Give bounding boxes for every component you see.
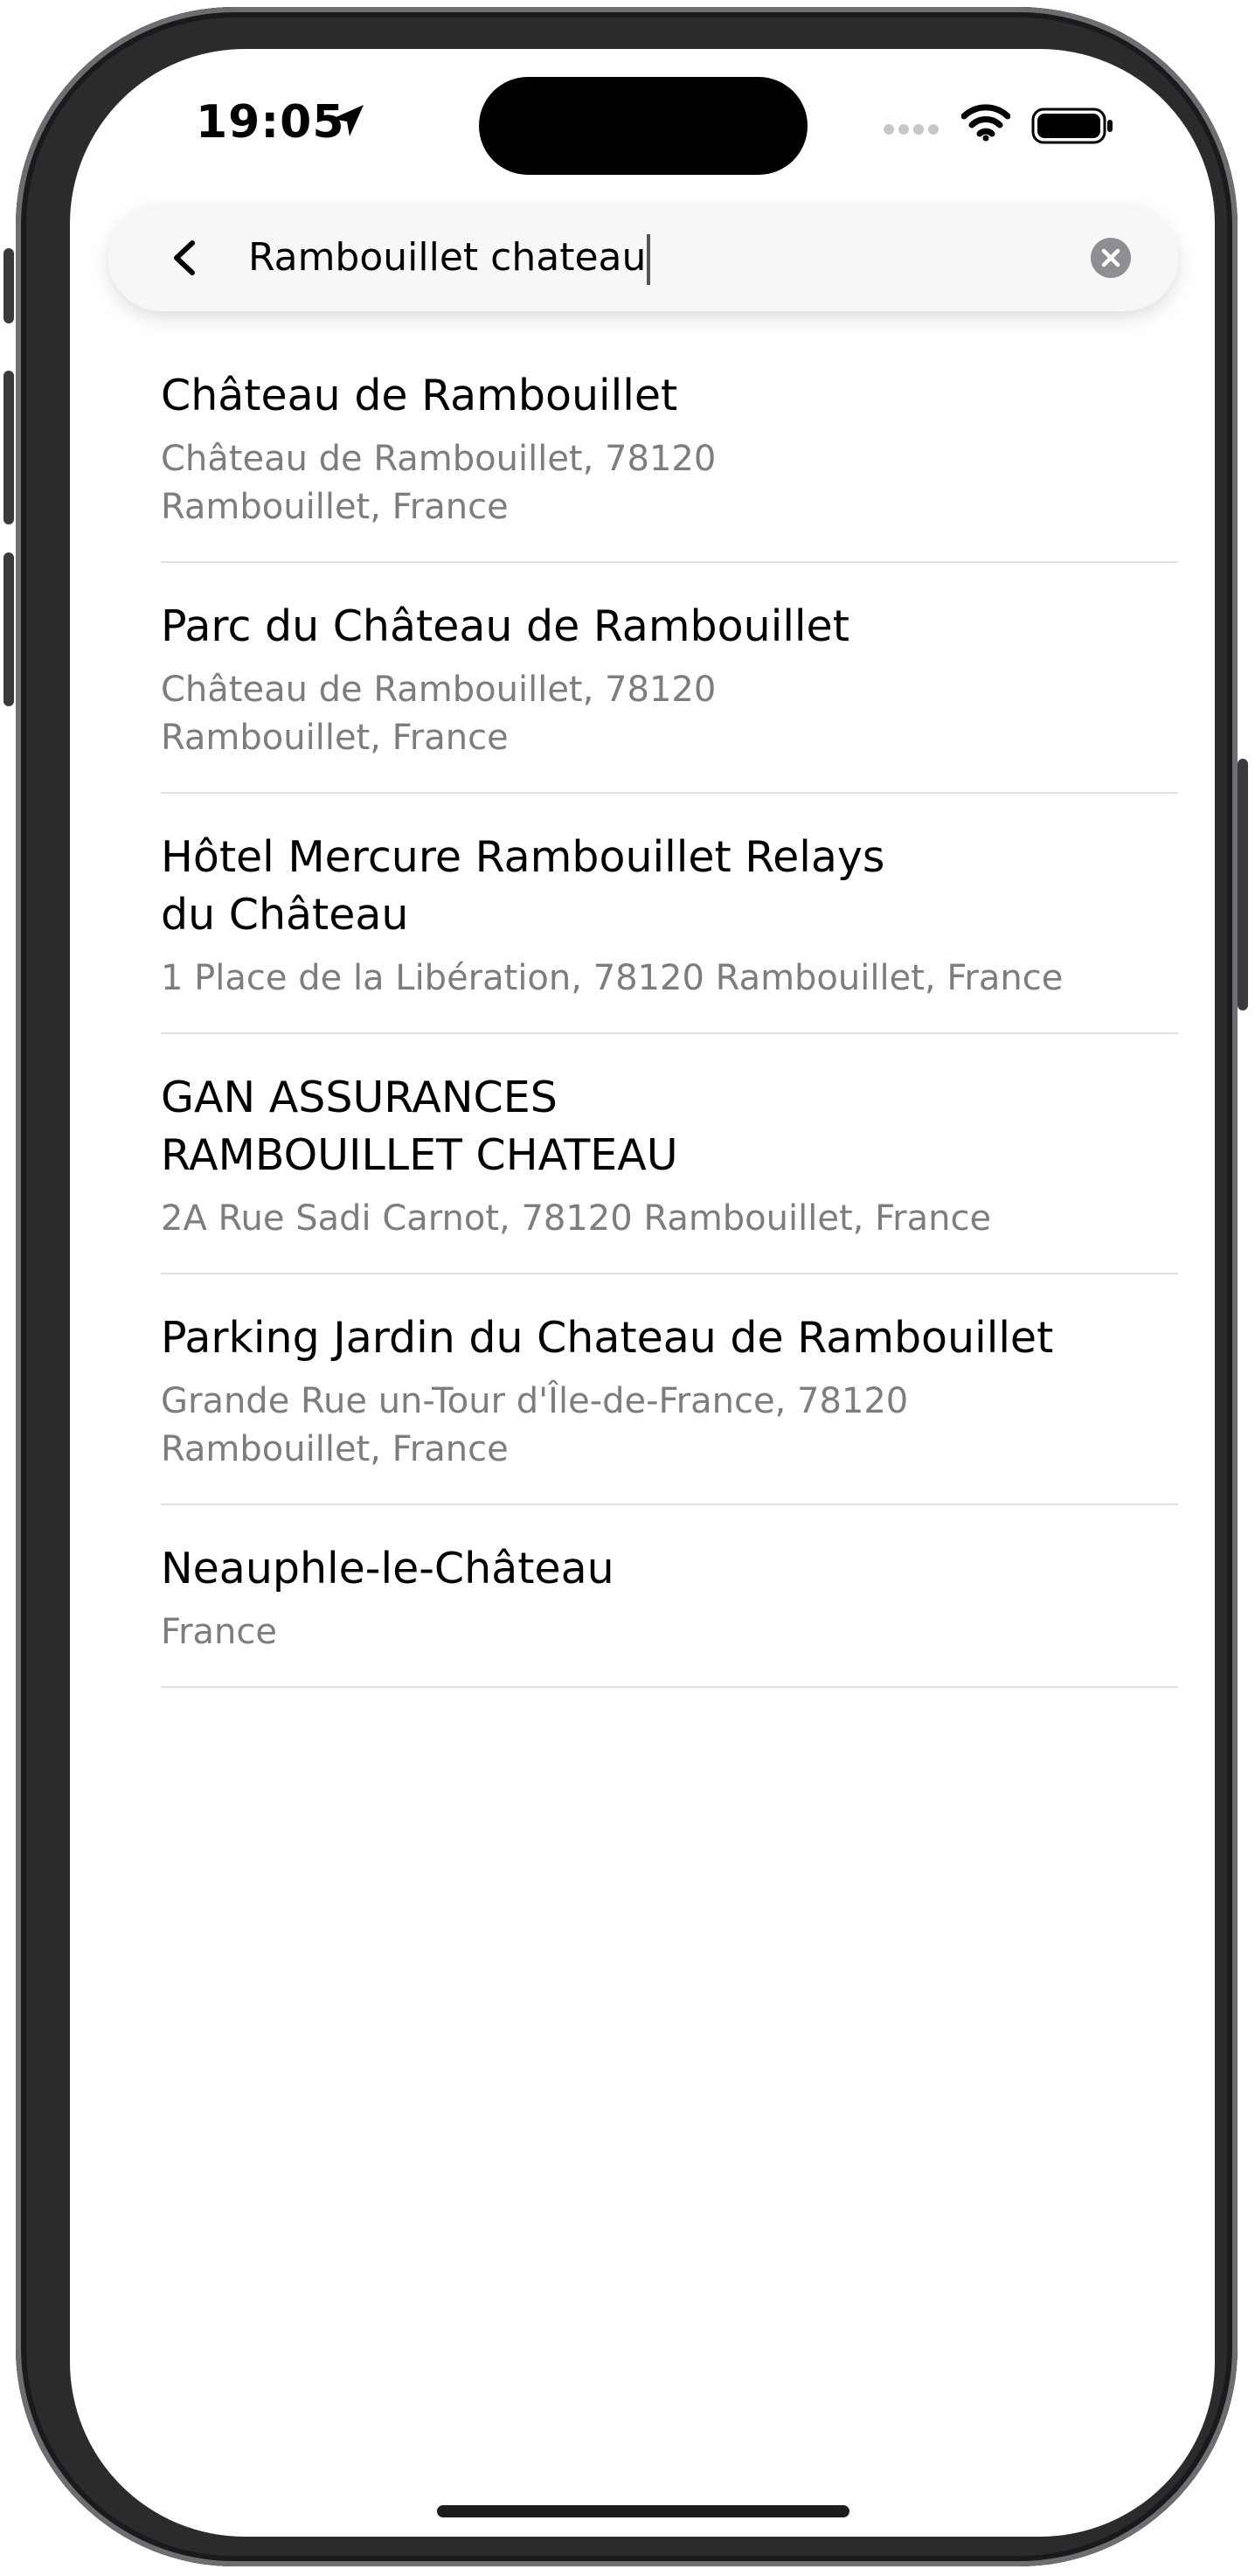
volume-down-button (3, 552, 14, 706)
result-address: 1 Place de la Libération, 78120 Rambouil… (161, 958, 1064, 998)
result-address: France (161, 1612, 278, 1652)
dynamic-island (479, 77, 808, 175)
result-address: Château de Rambouillet, 78120 Rambouille… (161, 670, 717, 758)
result-address: 2A Rue Sadi Carnot, 78120 Rambouillet, F… (161, 1198, 992, 1239)
result-item[interactable]: Parking Jardin du Chateau de Rambouillet… (161, 1274, 1178, 1505)
home-indicator[interactable] (437, 2505, 849, 2517)
text-cursor (647, 234, 651, 285)
result-item[interactable]: Hôtel Mercure Rambouillet Relays du Chât… (161, 794, 1178, 1034)
result-address: Grande Rue un-Tour d'Île-de-France, 7812… (161, 1381, 909, 1469)
chevron-left-icon[interactable] (164, 236, 208, 280)
action-button (3, 248, 14, 323)
screen: 19:05 Rambouillet chateau Château de Ram… (70, 49, 1215, 2537)
result-title: Parc du Château de Rambouillet (161, 601, 849, 651)
result-title: Neauphle-le-Château (161, 1544, 614, 1594)
result-address: Château de Rambouillet, 78120 Rambouille… (161, 439, 717, 527)
wifi-icon (961, 104, 1010, 142)
results-list: Château de Rambouillet Château de Rambou… (161, 329, 1178, 1688)
result-title: GAN ASSURANCES RAMBOUILLET CHATEAU (161, 1073, 678, 1180)
cellular-signal-icon (884, 124, 939, 135)
result-title: Château de Rambouillet (161, 371, 678, 420)
result-title: Hôtel Mercure Rambouillet Relays du Chât… (161, 832, 885, 940)
location-arrow-icon (332, 105, 364, 136)
clear-circle-icon[interactable] (1089, 236, 1133, 280)
result-item[interactable]: GAN ASSURANCES RAMBOUILLET CHATEAU 2A Ru… (161, 1034, 1178, 1274)
result-item[interactable]: Neauphle-le-Château France (161, 1505, 1178, 1688)
battery-icon (1031, 108, 1113, 144)
search-query-text: Rambouillet chateau (248, 235, 647, 280)
search-input[interactable]: Rambouillet chateau (248, 227, 651, 288)
volume-up-button (3, 371, 14, 524)
result-item[interactable]: Parc du Château de Rambouillet Château d… (161, 563, 1178, 794)
result-title: Parking Jardin du Chateau de Rambouillet (161, 1313, 1054, 1363)
power-button (1238, 759, 1248, 1010)
result-item[interactable]: Château de Rambouillet Château de Rambou… (161, 329, 1178, 563)
search-bar: Rambouillet chateau (108, 205, 1178, 311)
status-time: 19:05 (196, 96, 345, 149)
phone-frame: 19:05 Rambouillet chateau Château de Ram… (3, 7, 1248, 2566)
